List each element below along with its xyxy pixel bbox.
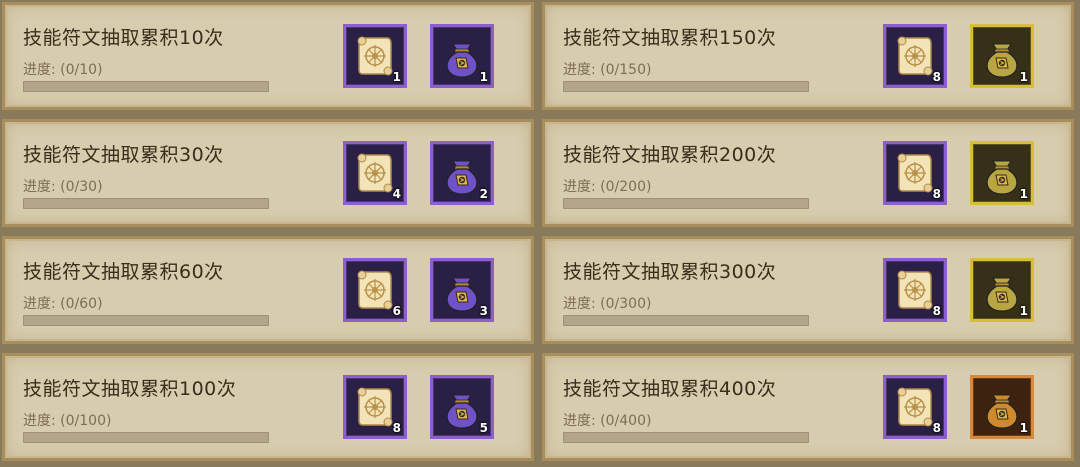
progress-bar xyxy=(563,81,809,92)
task-title: 技能符文抽取累积60次 xyxy=(23,261,224,283)
task-progress-text: 进度: (0/150) xyxy=(563,62,652,78)
right-column: 技能符文抽取累积150次 进度: (0/150) 8 1 技能符文抽取累积200… xyxy=(540,0,1080,467)
task-progress-text: 进度: (0/200) xyxy=(563,179,652,195)
reward-count: 2 xyxy=(479,187,488,201)
reward-count: 5 xyxy=(479,421,488,435)
reward-count: 1 xyxy=(1019,304,1028,318)
task-card-400: 技能符文抽取累积400次 进度: (0/400) 8 1 xyxy=(542,353,1074,461)
task-progress-text: 进度: (0/100) xyxy=(23,413,112,429)
reward-slot-bag[interactable]: 2 xyxy=(430,141,494,205)
task-title: 技能符文抽取累积150次 xyxy=(563,27,777,49)
reward-count: 8 xyxy=(932,70,941,84)
progress-bar xyxy=(563,432,809,443)
progress-bar xyxy=(23,81,269,92)
reward-slot-scroll[interactable]: 4 xyxy=(343,141,407,205)
reward-count: 1 xyxy=(1019,187,1028,201)
reward-count: 6 xyxy=(392,304,401,318)
reward-slot-scroll[interactable]: 8 xyxy=(883,258,947,322)
task-card-200: 技能符文抽取累积200次 进度: (0/200) 8 1 xyxy=(542,119,1074,227)
reward-slot-bag[interactable]: 1 xyxy=(970,141,1034,205)
task-card-300: 技能符文抽取累积300次 进度: (0/300) 8 1 xyxy=(542,236,1074,344)
task-title: 技能符文抽取累积400次 xyxy=(563,378,777,400)
reward-slot-scroll[interactable]: 8 xyxy=(883,375,947,439)
task-card-10: 技能符文抽取累积10次 进度: (0/10) 1 1 xyxy=(2,2,534,110)
reward-count: 4 xyxy=(392,187,401,201)
reward-slot-scroll[interactable]: 1 xyxy=(343,24,407,88)
task-title: 技能符文抽取累积10次 xyxy=(23,27,224,49)
reward-slot-bag[interactable]: 3 xyxy=(430,258,494,322)
reward-count: 1 xyxy=(1019,70,1028,84)
task-title: 技能符文抽取累积200次 xyxy=(563,144,777,166)
task-progress-text: 进度: (0/60) xyxy=(23,296,103,312)
task-progress-text: 进度: (0/400) xyxy=(563,413,652,429)
progress-bar xyxy=(563,315,809,326)
task-progress-text: 进度: (0/30) xyxy=(23,179,103,195)
left-column: 技能符文抽取累积10次 进度: (0/10) 1 1 技能符文抽取累积30次 进… xyxy=(0,0,540,467)
task-card-30: 技能符文抽取累积30次 进度: (0/30) 4 2 xyxy=(2,119,534,227)
task-card-100: 技能符文抽取累积100次 进度: (0/100) 8 5 xyxy=(2,353,534,461)
task-title: 技能符文抽取累积30次 xyxy=(23,144,224,166)
reward-count: 1 xyxy=(479,70,488,84)
task-progress-text: 进度: (0/300) xyxy=(563,296,652,312)
reward-count: 1 xyxy=(1019,421,1028,435)
reward-count: 8 xyxy=(932,304,941,318)
reward-slot-scroll[interactable]: 8 xyxy=(883,141,947,205)
reward-count: 1 xyxy=(392,70,401,84)
reward-slot-bag[interactable]: 1 xyxy=(970,24,1034,88)
progress-bar xyxy=(23,432,269,443)
progress-bar xyxy=(23,198,269,209)
reward-count: 8 xyxy=(932,421,941,435)
reward-slot-bag[interactable]: 1 xyxy=(970,258,1034,322)
reward-slot-bag[interactable]: 5 xyxy=(430,375,494,439)
task-title: 技能符文抽取累积100次 xyxy=(23,378,237,400)
reward-slot-scroll[interactable]: 8 xyxy=(883,24,947,88)
reward-slot-scroll[interactable]: 6 xyxy=(343,258,407,322)
reward-slot-bag[interactable]: 1 xyxy=(970,375,1034,439)
reward-slot-bag[interactable]: 1 xyxy=(430,24,494,88)
task-card-60: 技能符文抽取累积60次 进度: (0/60) 6 3 xyxy=(2,236,534,344)
task-card-150: 技能符文抽取累积150次 进度: (0/150) 8 1 xyxy=(542,2,1074,110)
reward-count: 3 xyxy=(479,304,488,318)
reward-count: 8 xyxy=(932,187,941,201)
reward-slot-scroll[interactable]: 8 xyxy=(343,375,407,439)
reward-count: 8 xyxy=(392,421,401,435)
progress-bar xyxy=(563,198,809,209)
task-progress-text: 进度: (0/10) xyxy=(23,62,103,78)
task-title: 技能符文抽取累积300次 xyxy=(563,261,777,283)
progress-bar xyxy=(23,315,269,326)
